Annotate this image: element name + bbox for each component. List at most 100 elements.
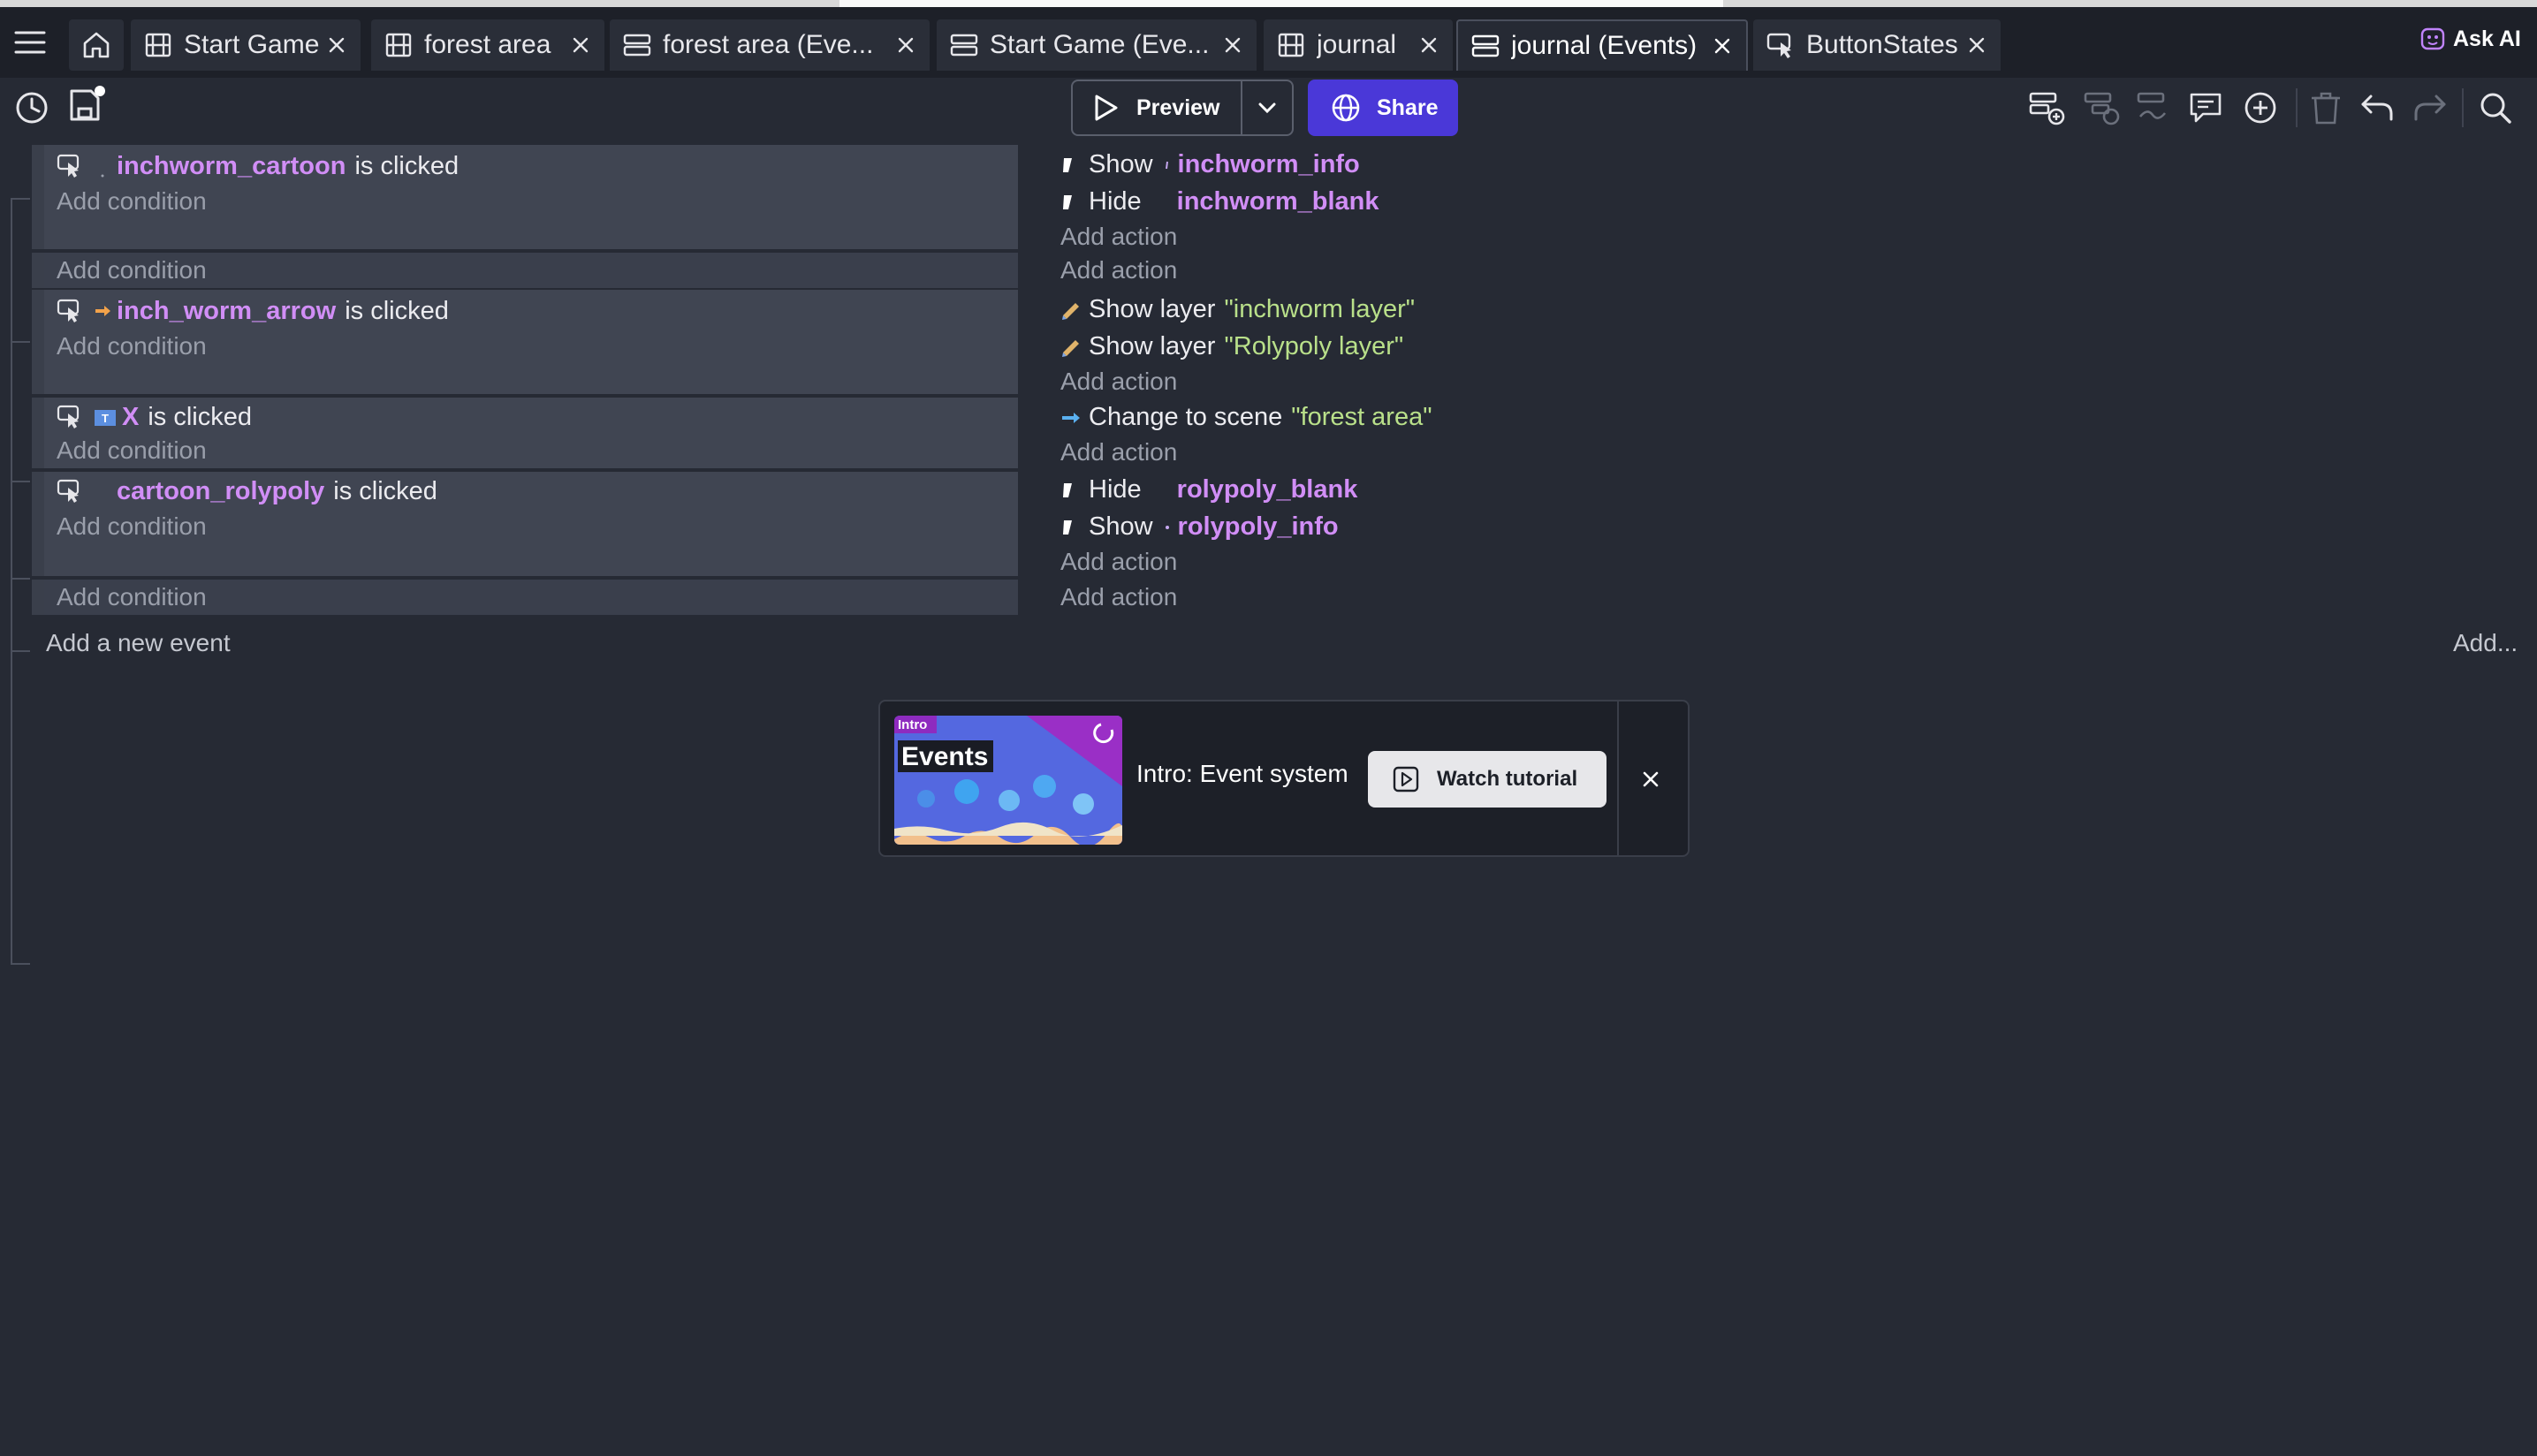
object-thumbnail-icon [94, 153, 111, 179]
conditions-panel[interactable]: inchworm_cartoon is clicked Add conditio… [32, 145, 1018, 249]
add-condition-link[interactable]: Add condition [57, 509, 207, 544]
subevent-row[interactable]: Add condition Add action [32, 580, 2506, 615]
add-circle-icon[interactable] [2239, 87, 2282, 129]
condition-row[interactable]: inchworm_cartoon is clicked [57, 148, 459, 184]
action-verb: Change to scene [1089, 402, 1283, 431]
tab-start-game[interactable]: Start Game [131, 19, 361, 71]
svg-text:T: T [102, 412, 109, 425]
events-icon [949, 30, 979, 60]
ask-ai-button[interactable]: Ask AI [2419, 21, 2533, 57]
add-condition-link[interactable]: Add condition [57, 329, 207, 364]
tab-journal-events[interactable]: journal (Events) [1456, 19, 1748, 71]
close-icon[interactable] [1628, 756, 1674, 802]
action-row[interactable]: Hide inchworm_blank [1060, 184, 1379, 219]
tab-journal[interactable]: journal [1264, 19, 1453, 71]
layer-icon [1060, 296, 1082, 322]
action-row[interactable]: Show layer "Rolypoly layer" [1060, 329, 1403, 364]
action-row[interactable]: Show inchworm_info [1060, 147, 1360, 182]
menu-icon[interactable] [9, 21, 51, 64]
subevent-row[interactable]: Add condition Add action [32, 253, 2506, 288]
add-condition-link[interactable]: Add condition [57, 433, 207, 468]
layer-icon [1060, 333, 1082, 360]
share-label: Share [1377, 95, 1439, 120]
close-icon[interactable] [1964, 32, 1990, 58]
action-verb: Show [1089, 512, 1153, 541]
add-other-icon [2133, 87, 2176, 129]
actions-panel[interactable]: Add action [1018, 253, 2520, 288]
close-icon[interactable] [893, 32, 919, 58]
conditions-panel[interactable]: T X is clicked Add condition [32, 398, 1018, 468]
tab-button-states[interactable]: ButtonStates [1753, 19, 2001, 71]
tree-line [11, 578, 30, 580]
tab-label: Start Game [184, 30, 320, 59]
conditions-panel[interactable]: inch_worm_arrow is clicked Add condition [32, 290, 1018, 394]
action-verb: Hide [1089, 474, 1142, 504]
watch-tutorial-button[interactable]: Watch tutorial [1368, 751, 1607, 808]
thumbnail-tag: Intro [898, 717, 928, 732]
condition-row[interactable]: cartoon_rolypoly is clicked [57, 474, 437, 509]
action-row[interactable]: Show rolypoly_info [1060, 509, 1339, 544]
preview-dropdown[interactable] [1242, 81, 1292, 134]
condition-row[interactable]: inch_worm_arrow is clicked [57, 293, 449, 329]
history-icon[interactable] [11, 87, 53, 129]
action-object: rolypoly_blank [1176, 474, 1358, 504]
tab-start-game-events[interactable]: Start Game (Eve... [937, 19, 1257, 71]
conditions-panel[interactable]: Add condition [32, 580, 1018, 615]
preview-label: Preview [1136, 95, 1220, 120]
toolbar-divider [2296, 88, 2298, 127]
close-icon[interactable] [1416, 32, 1442, 58]
event-row[interactable]: inchworm_cartoon is clicked Add conditio… [32, 145, 2506, 250]
cursor-click-icon [57, 404, 83, 430]
action-value: "Rolypoly layer" [1224, 331, 1404, 360]
actions-panel[interactable]: Change to scene "forest area" Add action [1018, 398, 2520, 468]
action-row[interactable]: Show layer "inchworm layer" [1060, 292, 1415, 327]
add-action-link[interactable]: Add action [1060, 364, 1177, 399]
home-icon [81, 30, 111, 60]
save-icon[interactable] [65, 83, 108, 125]
add-event-icon[interactable] [2025, 87, 2068, 129]
add-action-link[interactable]: Add action [1060, 253, 1177, 288]
actions-panel[interactable]: Hide rolypoly_blank Show rolypoly_info A… [1018, 472, 2520, 576]
action-verb: Show layer [1089, 331, 1216, 360]
close-icon[interactable] [567, 32, 594, 58]
action-verb: Show [1089, 149, 1153, 178]
tree-line [11, 481, 30, 482]
actions-panel[interactable]: Show inchworm_info Hide inchworm_blank A… [1018, 145, 2520, 251]
add-condition-link[interactable]: Add condition [57, 253, 207, 288]
close-icon[interactable] [1219, 32, 1246, 58]
search-icon[interactable] [2474, 87, 2517, 129]
action-row[interactable]: Change to scene "forest area" [1060, 399, 1432, 435]
add-new-event-link[interactable]: Add a new event [46, 629, 231, 657]
add-action-link[interactable]: Add action [1060, 219, 1177, 254]
tab-forest-area-events[interactable]: forest area (Eve... [610, 19, 930, 71]
actions-panel[interactable]: Add action [1018, 580, 2520, 615]
add-action-link[interactable]: Add action [1060, 580, 1177, 615]
add-condition-link[interactable]: Add condition [57, 580, 207, 615]
condition-row[interactable]: T X is clicked [57, 399, 252, 435]
add-condition-link[interactable]: Add condition [57, 184, 207, 219]
add-action-link[interactable]: Add action [1060, 435, 1177, 470]
preview-button[interactable]: Preview [1073, 81, 1242, 134]
tutorial-divider [1617, 701, 1619, 855]
home-tab[interactable] [69, 19, 124, 71]
add-comment-icon[interactable] [2184, 87, 2227, 129]
event-row[interactable]: T X is clicked Add condition Change to s… [32, 398, 2506, 468]
conditions-panel[interactable]: cartoon_rolypoly is clicked Add conditio… [32, 472, 1018, 576]
action-row[interactable]: Hide rolypoly_blank [1060, 472, 1357, 507]
toolbar-divider [2462, 88, 2464, 127]
preview-group: Preview [1071, 80, 1294, 136]
close-icon[interactable] [323, 32, 350, 58]
visibility-icon [1060, 513, 1075, 540]
tutorial-thumbnail[interactable]: Intro Events [894, 716, 1122, 845]
action-verb: Hide [1089, 186, 1142, 216]
share-button[interactable]: Share [1308, 80, 1458, 136]
close-icon[interactable] [1709, 33, 1736, 59]
add-action-link[interactable]: Add action [1060, 544, 1177, 580]
conditions-panel[interactable]: Add condition [32, 253, 1018, 288]
tab-forest-area[interactable]: forest area [371, 19, 604, 71]
event-row[interactable]: inch_worm_arrow is clicked Add condition… [32, 290, 2506, 395]
event-row[interactable]: cartoon_rolypoly is clicked Add conditio… [32, 472, 2506, 576]
undo-icon[interactable] [2356, 87, 2398, 129]
actions-panel[interactable]: Show layer "inchworm layer" Show layer "… [1018, 290, 2520, 396]
add-more-link[interactable]: Add... [2453, 629, 2518, 657]
